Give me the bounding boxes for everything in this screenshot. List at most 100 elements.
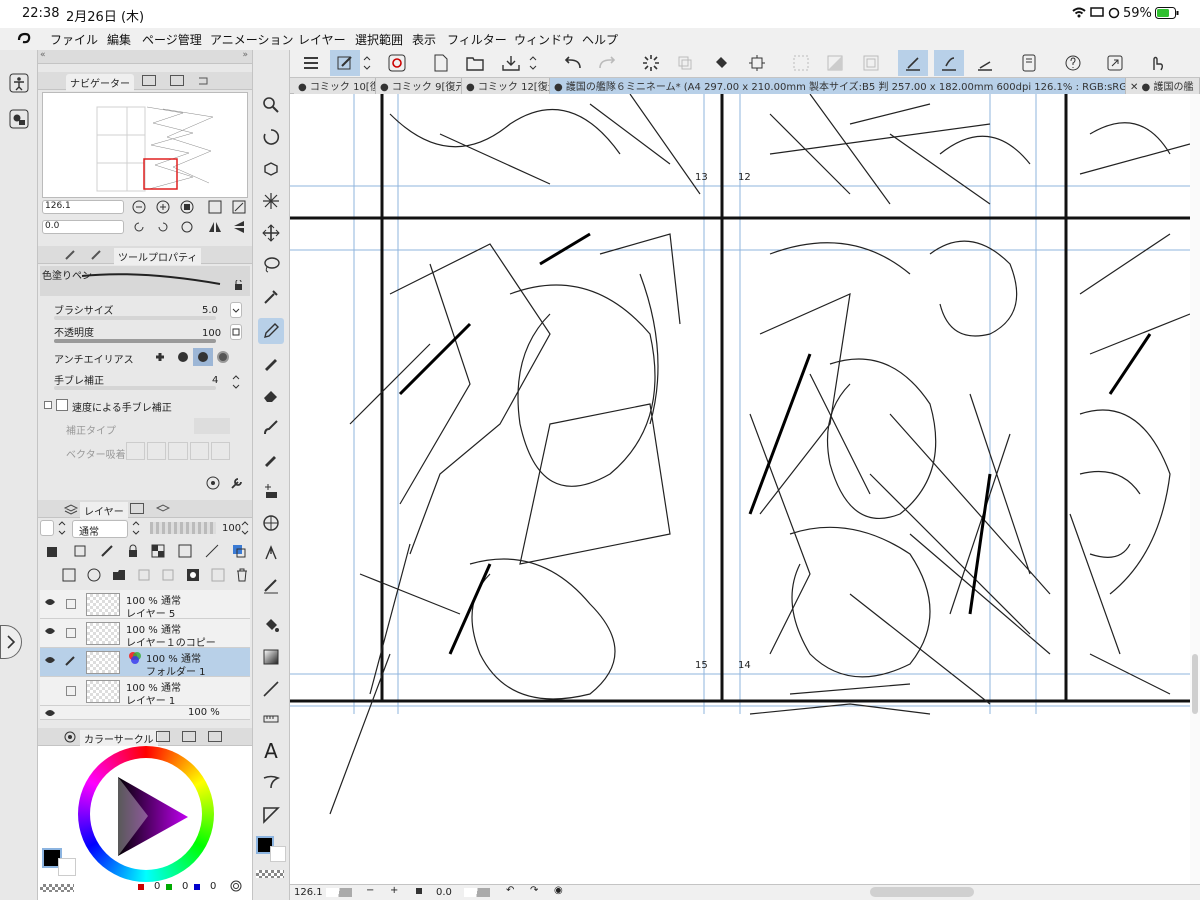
vertical-scroll-thumb[interactable]: [1192, 654, 1198, 714]
invert-selection-icon[interactable]: [820, 50, 850, 76]
transform-icon[interactable]: [742, 50, 772, 76]
layer-property-tab-icon[interactable]: [130, 503, 144, 514]
layer-row[interactable]: 100 % 通常 レイヤー 1: [40, 677, 250, 707]
line-tool-icon[interactable]: [258, 676, 284, 702]
save-icon[interactable]: [496, 50, 526, 76]
history-tab-icon[interactable]: [196, 75, 210, 86]
sub-color-swatch[interactable]: [58, 858, 76, 876]
layer-lock-checkbox[interactable]: [66, 686, 76, 696]
speed-stabilization-expand[interactable]: [44, 401, 52, 409]
canvas-area[interactable]: 13 12 15 14: [290, 94, 1190, 884]
tab-layer[interactable]: レイヤー: [80, 502, 128, 519]
save-stepper[interactable]: [524, 50, 542, 76]
collapse-panel-button[interactable]: [0, 625, 22, 659]
opacity-settings-icon[interactable]: [230, 324, 242, 340]
frame-border-tool-icon[interactable]: [258, 802, 284, 828]
bottom-actual-size-icon[interactable]: [416, 888, 422, 894]
opacity-slider[interactable]: [54, 339, 216, 343]
layer-row[interactable]: 100 % 通常 レイヤー 5: [40, 590, 250, 620]
hand-touch-icon[interactable]: [1142, 50, 1172, 76]
reference-layer-icon[interactable]: [73, 544, 87, 560]
balloon-tool-icon[interactable]: [258, 770, 284, 796]
tab-navigator[interactable]: ナビゲーター: [66, 74, 134, 91]
brush-size-slider[interactable]: [54, 316, 216, 320]
color-set-tab-icon[interactable]: [182, 731, 196, 742]
doc-tab-comic-10[interactable]: ● コミック 10[復: [294, 78, 376, 94]
menu-edit[interactable]: 編集: [107, 31, 131, 48]
navigator-zoom-field[interactable]: 126.1: [42, 200, 124, 214]
visibility-eye-icon[interactable]: [44, 627, 56, 635]
menu-filter[interactable]: フィルター: [447, 31, 507, 48]
color-slider-tab-icon[interactable]: [156, 731, 170, 742]
zoom-out-icon[interactable]: [132, 200, 146, 214]
bottom-reset-rotation-icon[interactable]: ◉: [554, 885, 563, 896]
draft-layer-icon[interactable]: [100, 544, 114, 560]
companion-icon[interactable]: [382, 50, 412, 76]
new-folder-icon[interactable]: [112, 568, 126, 584]
menu-selection[interactable]: 選択範囲: [355, 31, 403, 48]
sub-tool-tab-icon[interactable]: [64, 249, 78, 261]
menu-layer[interactable]: レイヤー: [298, 31, 346, 48]
vector-pen-icon[interactable]: [258, 540, 284, 566]
rotate-left-icon[interactable]: [132, 220, 146, 234]
text-tool-icon[interactable]: A: [258, 738, 284, 764]
tab-tool-property[interactable]: ツールプロパティ: [114, 248, 202, 265]
menu-view[interactable]: 表示: [412, 31, 436, 48]
brush-tool-icon[interactable]: [258, 414, 284, 440]
snap-to-ruler-icon[interactable]: [898, 50, 928, 76]
gradient-tool-icon[interactable]: [258, 644, 284, 670]
vector-snap-options[interactable]: [126, 442, 231, 460]
doc-tab-active[interactable]: ● 護国の艦隊６ミニネーム* (A4 297.00 x 210.00mm 製本サ…: [550, 78, 1126, 94]
doc-tab-next[interactable]: ✕ ● 護国の艦: [1126, 78, 1200, 94]
brush-tab-icon[interactable]: [90, 249, 104, 261]
layer-opacity-slider[interactable]: [150, 522, 216, 534]
figure-tool-icon[interactable]: [258, 510, 284, 536]
new-raster-layer-icon[interactable]: [62, 568, 76, 584]
correction-type-select[interactable]: [194, 418, 230, 434]
app-logo-icon[interactable]: [16, 31, 32, 47]
color-hue-ring[interactable]: [78, 746, 214, 882]
auto-select-tool-icon[interactable]: [258, 188, 284, 214]
fit-canvas-icon[interactable]: [232, 200, 246, 214]
menu-animation[interactable]: アニメーション: [210, 31, 294, 48]
create-mask-icon[interactable]: [186, 568, 200, 584]
expand-selection-icon[interactable]: [856, 50, 886, 76]
visibility-eye-icon[interactable]: [44, 709, 56, 717]
edit-mode-icon[interactable]: [330, 50, 360, 76]
bottom-rotate-left-icon[interactable]: ↶: [506, 885, 514, 896]
fill-command-icon[interactable]: [706, 50, 736, 76]
stabilization-stepper[interactable]: [230, 372, 242, 392]
tab-color-circle[interactable]: カラーサークル: [80, 730, 158, 747]
doc-tab-comic-9[interactable]: ● コミック 9[復元: [376, 78, 462, 94]
deselect-icon[interactable]: [786, 50, 816, 76]
decoration-tool-icon[interactable]: [258, 478, 284, 504]
doc-tab-comic-12[interactable]: ● コミック 12[復元: [462, 78, 550, 94]
layer-search-tab-icon[interactable]: [156, 503, 170, 515]
visibility-eye-icon[interactable]: [44, 656, 56, 664]
snap-to-special-ruler-icon[interactable]: [934, 50, 964, 76]
brush-size-settings-icon[interactable]: [230, 302, 242, 318]
bottom-rotate-right-icon[interactable]: ↷: [530, 885, 538, 896]
combine-down-icon[interactable]: [161, 568, 175, 584]
airbrush-tool-icon[interactable]: [258, 446, 284, 472]
mask-icon[interactable]: [178, 544, 192, 560]
color-triangle[interactable]: [108, 772, 198, 862]
speed-stabilization-checkbox[interactable]: [56, 399, 68, 411]
bottom-zoom-slider[interactable]: [326, 888, 352, 897]
menu-hamburger-icon[interactable]: [296, 50, 326, 76]
reset-tool-icon[interactable]: [206, 476, 220, 490]
sub-view-tab-icon[interactable]: [142, 75, 156, 86]
lock-transparency-icon[interactable]: [151, 544, 165, 560]
eraser-tool-icon[interactable]: [258, 382, 284, 408]
redo-icon[interactable]: [592, 50, 622, 76]
zoom-tool-icon[interactable]: [258, 92, 284, 118]
layer-row[interactable]: 100 %: [40, 706, 250, 720]
antialias-options[interactable]: [156, 348, 242, 366]
new-vector-layer-icon[interactable]: [87, 568, 101, 584]
blend-mode-select[interactable]: 通常: [72, 520, 128, 538]
layer-opacity-stepper[interactable]: [241, 520, 249, 536]
tool-sub-color[interactable]: [270, 846, 286, 862]
pencil-tool-icon[interactable]: [258, 350, 284, 376]
flip-vertical-icon[interactable]: [232, 220, 246, 234]
bottom-zoom-in-icon[interactable]: +: [390, 885, 398, 896]
